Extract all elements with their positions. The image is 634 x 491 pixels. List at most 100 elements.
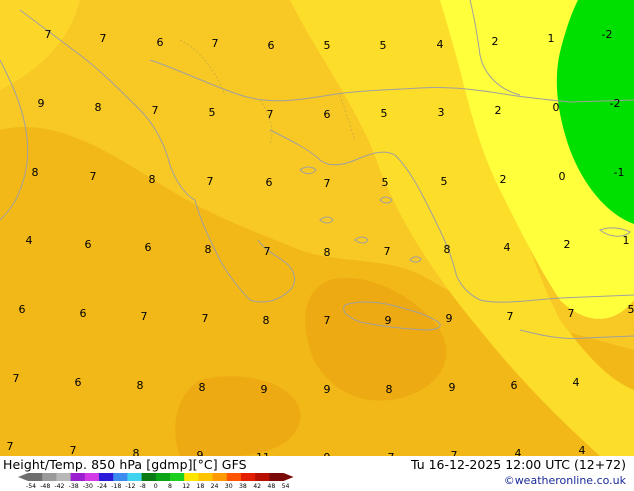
scale-swatch — [113, 473, 128, 481]
map-footer: Height/Temp. 850 hPa [gdmp][°C] GFS Tu 1… — [0, 456, 634, 490]
value-label: 6 — [19, 303, 26, 316]
value-label: -1 — [614, 166, 625, 179]
scale-swatch — [184, 473, 199, 481]
value-label: 7 — [90, 170, 97, 183]
value-label: 9 — [38, 97, 45, 110]
scale-swatch — [170, 473, 185, 481]
value-label: 4 — [437, 38, 444, 51]
scale-swatch — [28, 473, 43, 481]
scale-tick-label: -42 — [54, 483, 64, 490]
value-label: 6 — [324, 108, 331, 121]
scale-tick-label: 54 — [282, 483, 290, 490]
value-label: 6 — [268, 39, 275, 52]
value-label: 6 — [266, 176, 273, 189]
value-label: -2 — [610, 97, 621, 110]
value-label: 5 — [628, 303, 634, 316]
scale-tick-label: 8 — [168, 483, 172, 490]
value-label: 8 — [95, 101, 102, 114]
scale-tick-label: -12 — [125, 483, 135, 490]
value-label: 8 — [137, 379, 144, 392]
value-label: 4 — [26, 234, 33, 247]
value-label: 8 — [324, 246, 331, 259]
scale-tick-label: -18 — [111, 483, 121, 490]
scale-tick-label: 0 — [154, 483, 158, 490]
value-label: 7 — [70, 444, 77, 456]
scale-tick-label: -48 — [40, 483, 50, 490]
value-label: 9 — [324, 383, 331, 396]
value-label: 2 — [564, 238, 571, 251]
value-label: 8 — [444, 243, 451, 256]
scale-swatch — [56, 473, 71, 481]
value-label: 3 — [438, 106, 445, 119]
scale-swatch — [71, 473, 86, 481]
value-label: 7 — [507, 310, 514, 323]
scale-swatch — [198, 473, 213, 481]
value-label: 5 — [209, 106, 216, 119]
value-label: 7 — [13, 372, 20, 385]
forecast-datetime: Tu 16-12-2025 12:00 UTC (12+72) — [411, 457, 626, 472]
value-label: 5 — [381, 107, 388, 120]
value-label: 6 — [80, 307, 87, 320]
value-label: 7 — [152, 104, 159, 117]
source-credit[interactable]: ©weatheronline.co.uk — [504, 474, 626, 487]
value-label: 9 — [261, 383, 268, 396]
scale-tick-label: -54 — [26, 483, 36, 490]
scale-swatch — [213, 473, 228, 481]
scale-swatch — [99, 473, 114, 481]
value-label: 1 — [623, 234, 630, 247]
value-label: 8 — [133, 447, 140, 456]
scale-tick-label: 12 — [182, 483, 190, 490]
value-label: 7 — [100, 32, 107, 45]
value-label: 2 — [495, 104, 502, 117]
value-label: 6 — [511, 379, 518, 392]
map-title: Height/Temp. 850 hPa [gdmp][°C] GFS — [3, 457, 247, 472]
scale-tick-label: -8 — [140, 483, 146, 490]
value-label: 8 — [205, 243, 212, 256]
value-label: 4 — [579, 444, 586, 456]
value-label: 8 — [263, 314, 270, 327]
value-label: 2 — [500, 173, 507, 186]
scale-tick-label: 48 — [267, 483, 275, 490]
scale-arrow-right — [284, 473, 294, 481]
scale-swatch — [255, 473, 270, 481]
value-label: 0 — [553, 101, 560, 114]
value-label: 6 — [157, 36, 164, 49]
value-label: 6 — [85, 238, 92, 251]
value-label: 4 — [573, 376, 580, 389]
scale-tick-label: 38 — [239, 483, 247, 490]
value-label: 7 — [324, 177, 331, 190]
value-label: 7 — [324, 314, 331, 327]
value-label: 5 — [324, 39, 331, 52]
scale-swatch — [127, 473, 141, 481]
value-label: 7 — [568, 307, 575, 320]
value-label: 7 — [267, 108, 274, 121]
value-label: 7 — [264, 245, 271, 258]
value-label: 9 — [449, 381, 456, 394]
temperature-map: 7767655421-29875765320-28787675520-14668… — [0, 0, 634, 456]
value-label: 7 — [7, 440, 14, 453]
value-label: 7 — [45, 28, 52, 41]
scale-swatch — [156, 473, 171, 481]
value-label: 1 — [548, 32, 555, 45]
scale-swatch — [241, 473, 256, 481]
value-label: 9 — [446, 312, 453, 325]
value-label: 7 — [207, 175, 214, 188]
value-label: 5 — [380, 39, 387, 52]
scale-arrow-left — [18, 473, 28, 481]
map-canvas: 7767655421-29875765320-28787675520-14668… — [0, 0, 634, 456]
scale-tick-label: 24 — [211, 483, 219, 490]
scale-swatch — [42, 473, 57, 481]
value-label: 6 — [145, 241, 152, 254]
scale-swatch — [85, 473, 100, 481]
value-label: 7 — [384, 245, 391, 258]
scale-swatch — [227, 473, 242, 481]
scale-tick-label: -38 — [69, 483, 79, 490]
value-label: 4 — [504, 241, 511, 254]
scale-tick-label: 42 — [253, 483, 261, 490]
value-label: 8 — [32, 166, 39, 179]
value-label: 8 — [199, 381, 206, 394]
value-label: 6 — [75, 376, 82, 389]
scale-tick-label: -30 — [83, 483, 93, 490]
value-label: 5 — [441, 175, 448, 188]
value-label: 8 — [386, 383, 393, 396]
